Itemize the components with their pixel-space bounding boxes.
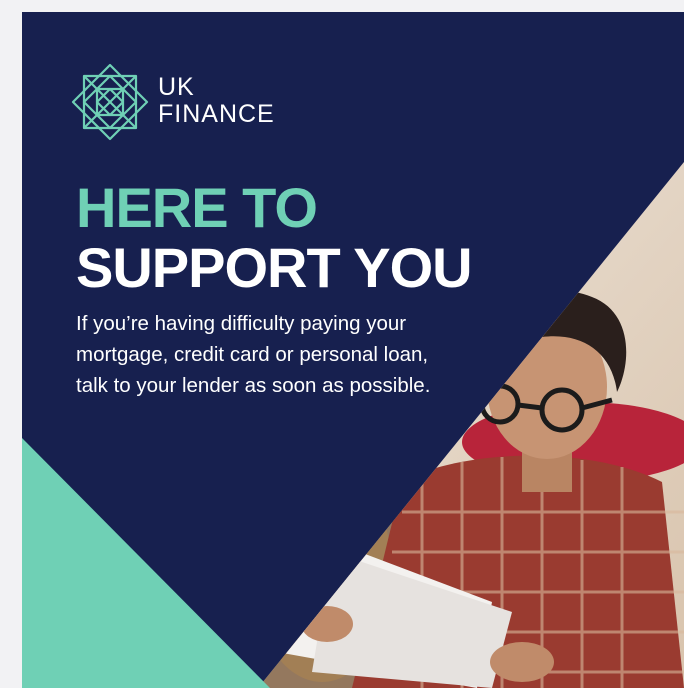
brand-wordmark: UK FINANCE <box>158 74 275 128</box>
brand-line-2: FINANCE <box>158 100 275 128</box>
brand-line-1: UK <box>158 73 195 101</box>
headline: HERE TO SUPPORT YOU <box>76 176 473 299</box>
headline-line-2: SUPPORT YOU <box>76 236 473 299</box>
body-copy: If you’re having difficulty paying your … <box>76 312 431 397</box>
headline-line-1: HERE TO <box>76 176 318 239</box>
poster: UK FINANCE HERE TO SUPPORT YOU If you’re… <box>22 12 684 688</box>
uk-finance-logo-icon <box>71 63 149 141</box>
